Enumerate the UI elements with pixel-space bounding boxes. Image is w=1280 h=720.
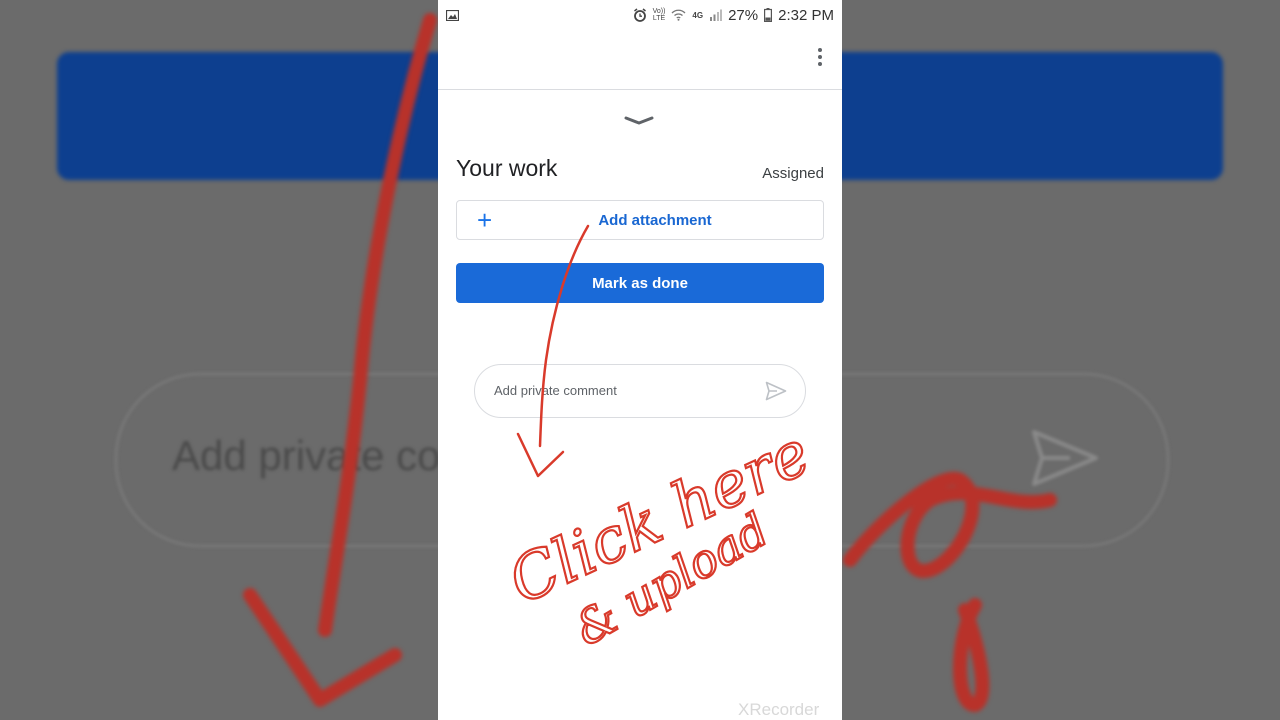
recorder-watermark: XRecorder [738,700,820,719]
assignment-status: Assigned [762,165,824,182]
volte-top-text: Vo)) [652,8,666,15]
app-bar [438,30,842,90]
status-time: 2:32 PM [778,6,834,24]
signal-icon [710,9,723,21]
image-icon [446,9,459,21]
wifi-icon [671,9,686,21]
mark-as-done-button[interactable]: Mark as done [456,263,824,303]
add-attachment-button[interactable]: + Add attachment [456,200,824,240]
phone-screen: Vo)) LTE 4G 27% 2:32 PM Your work Assign… [438,0,842,720]
status-left [446,9,459,21]
alarm-icon [633,8,646,22]
more-vert-icon[interactable] [816,48,824,69]
battery-percent: 27% [728,6,759,24]
your-work-title: Your work [456,155,558,181]
private-comment-input[interactable] [492,382,766,399]
add-attachment-label: Add attachment [598,211,712,229]
annotation-line-2: & upload [565,502,777,656]
status-right: Vo)) LTE 4G 27% 2:32 PM [633,7,834,24]
network-type: 4G [692,10,704,20]
private-comment-field [474,364,806,418]
annotation-line-1: Click here [498,416,821,618]
volte-indicator: Vo)) LTE [653,8,666,22]
battery-icon [764,8,773,22]
send-icon[interactable] [765,381,787,401]
plus-icon: + [477,205,493,235]
chevron-down-icon[interactable] [624,114,654,128]
status-bar: Vo)) LTE 4G 27% 2:32 PM [438,0,842,30]
handwritten-annotation: Click here & upload [497,224,822,657]
volte-bottom-text: LTE [652,15,666,22]
